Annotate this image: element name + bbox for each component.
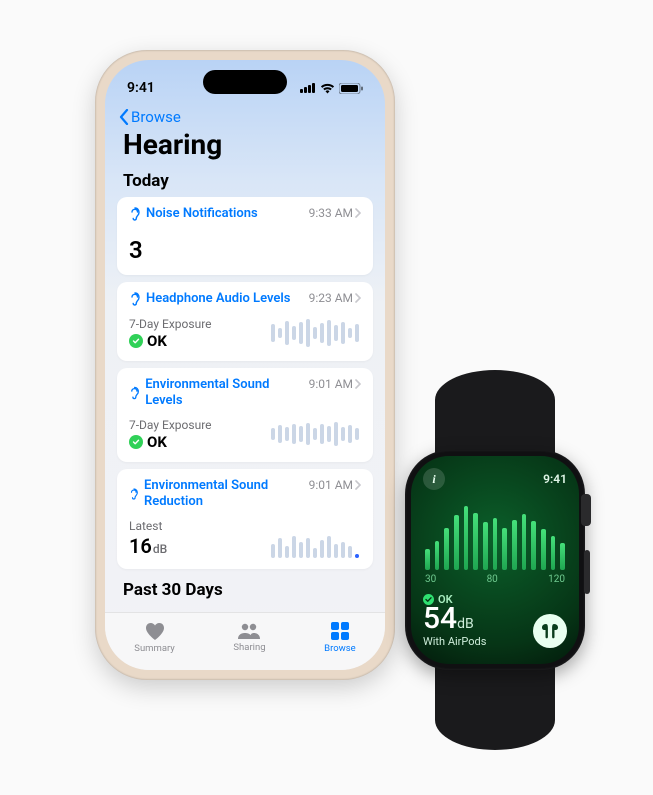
wifi-icon [320,83,335,94]
sparkline-chart [271,316,361,350]
status-ok: OK [147,433,167,451]
card-title-text: Environmental Sound Reduction [144,478,299,511]
scale-30: 30 [425,574,436,585]
section-past-30-days: Past 30 Days [117,576,373,606]
card-noise-notifications[interactable]: Noise Notifications 9:33 AM 3 [117,197,373,275]
ear-icon [129,292,141,306]
status-ok: OK [147,332,167,350]
people-icon [236,622,262,640]
grid-icon [330,621,350,641]
reduction-unit: dB [153,542,167,556]
tab-label: Sharing [233,642,265,653]
scale-80: 80 [487,574,498,585]
card-time-text: 9:33 AM [309,206,353,220]
scale-120: 120 [548,574,565,585]
checkmark-icon [129,435,143,449]
iphone-screen: 9:41 Browse Hearing Today Noise Notifica… [105,60,385,670]
chevron-right-icon [355,293,361,303]
reduction-value: 16 [129,534,152,558]
sparkline-chart [271,417,361,451]
cellular-icon [300,83,316,93]
apple-watch-device: i 9:41 30 80 120 OK [395,380,595,740]
card-time-text: 9:01 AM [309,478,353,492]
card-time-text: 9:23 AM [309,291,353,305]
card-time-text: 9:01 AM [309,377,353,391]
chevron-right-icon [355,208,361,218]
watch-db-unit: dB [457,616,474,632]
sparkline-dot [355,554,359,558]
back-button[interactable]: Browse [105,104,385,126]
card-title-text: Environmental Sound Levels [145,377,299,410]
tab-browse[interactable]: Browse [324,621,356,654]
chevron-right-icon [355,379,361,389]
heart-icon [144,621,166,641]
watch-level-bars [423,500,567,570]
iphone-device: 9:41 Browse Hearing Today Noise Notifica… [95,50,395,680]
content-scroll[interactable]: Today Noise Notifications 9:33 AM 3 [105,167,385,612]
exposure-sublabel: 7-Day Exposure [129,418,212,432]
digital-crown[interactable] [581,494,591,526]
watch-subtitle: With AirPods [423,635,486,648]
card-title-text: Noise Notifications [146,206,258,222]
ear-icon [129,487,139,501]
airpods-icon [540,622,560,640]
watch-scale: 30 80 120 [423,574,567,585]
back-label: Browse [131,108,181,126]
card-environmental-levels[interactable]: Environmental Sound Levels 9:01 AM 7-Day… [117,368,373,463]
side-button[interactable] [584,550,590,594]
battery-icon [339,83,363,94]
watch-case: i 9:41 30 80 120 OK [405,450,585,670]
page-title: Hearing [105,126,385,167]
tab-sharing[interactable]: Sharing [233,622,265,653]
card-environmental-reduction[interactable]: Environmental Sound Reduction 9:01 AM La… [117,469,373,569]
sparkline-chart [271,524,361,558]
tab-label: Browse [324,643,356,654]
watch-time: 9:41 [543,472,567,486]
dynamic-island [203,70,287,94]
section-today: Today [117,167,373,197]
watch-db-value: 54 [423,601,457,636]
card-headphone-levels[interactable]: Headphone Audio Levels 9:23 AM 7-Day Exp… [117,282,373,360]
chevron-left-icon [119,109,129,125]
card-title-text: Headphone Audio Levels [146,291,291,307]
watch-screen: i 9:41 30 80 120 OK [411,456,579,664]
info-button[interactable]: i [423,468,445,490]
tab-label: Summary [134,643,175,654]
tab-summary[interactable]: Summary [134,621,175,654]
latest-sublabel: Latest [129,519,167,533]
status-time: 9:41 [127,80,155,96]
chevron-right-icon [355,480,361,490]
noise-notif-value: 3 [129,236,143,264]
airpods-button[interactable] [533,614,567,648]
exposure-sublabel: 7-Day Exposure [129,317,212,331]
ear-icon [129,207,141,221]
checkmark-icon [129,334,143,348]
ear-icon [129,386,140,400]
tab-bar: Summary Sharing Browse [105,612,385,670]
